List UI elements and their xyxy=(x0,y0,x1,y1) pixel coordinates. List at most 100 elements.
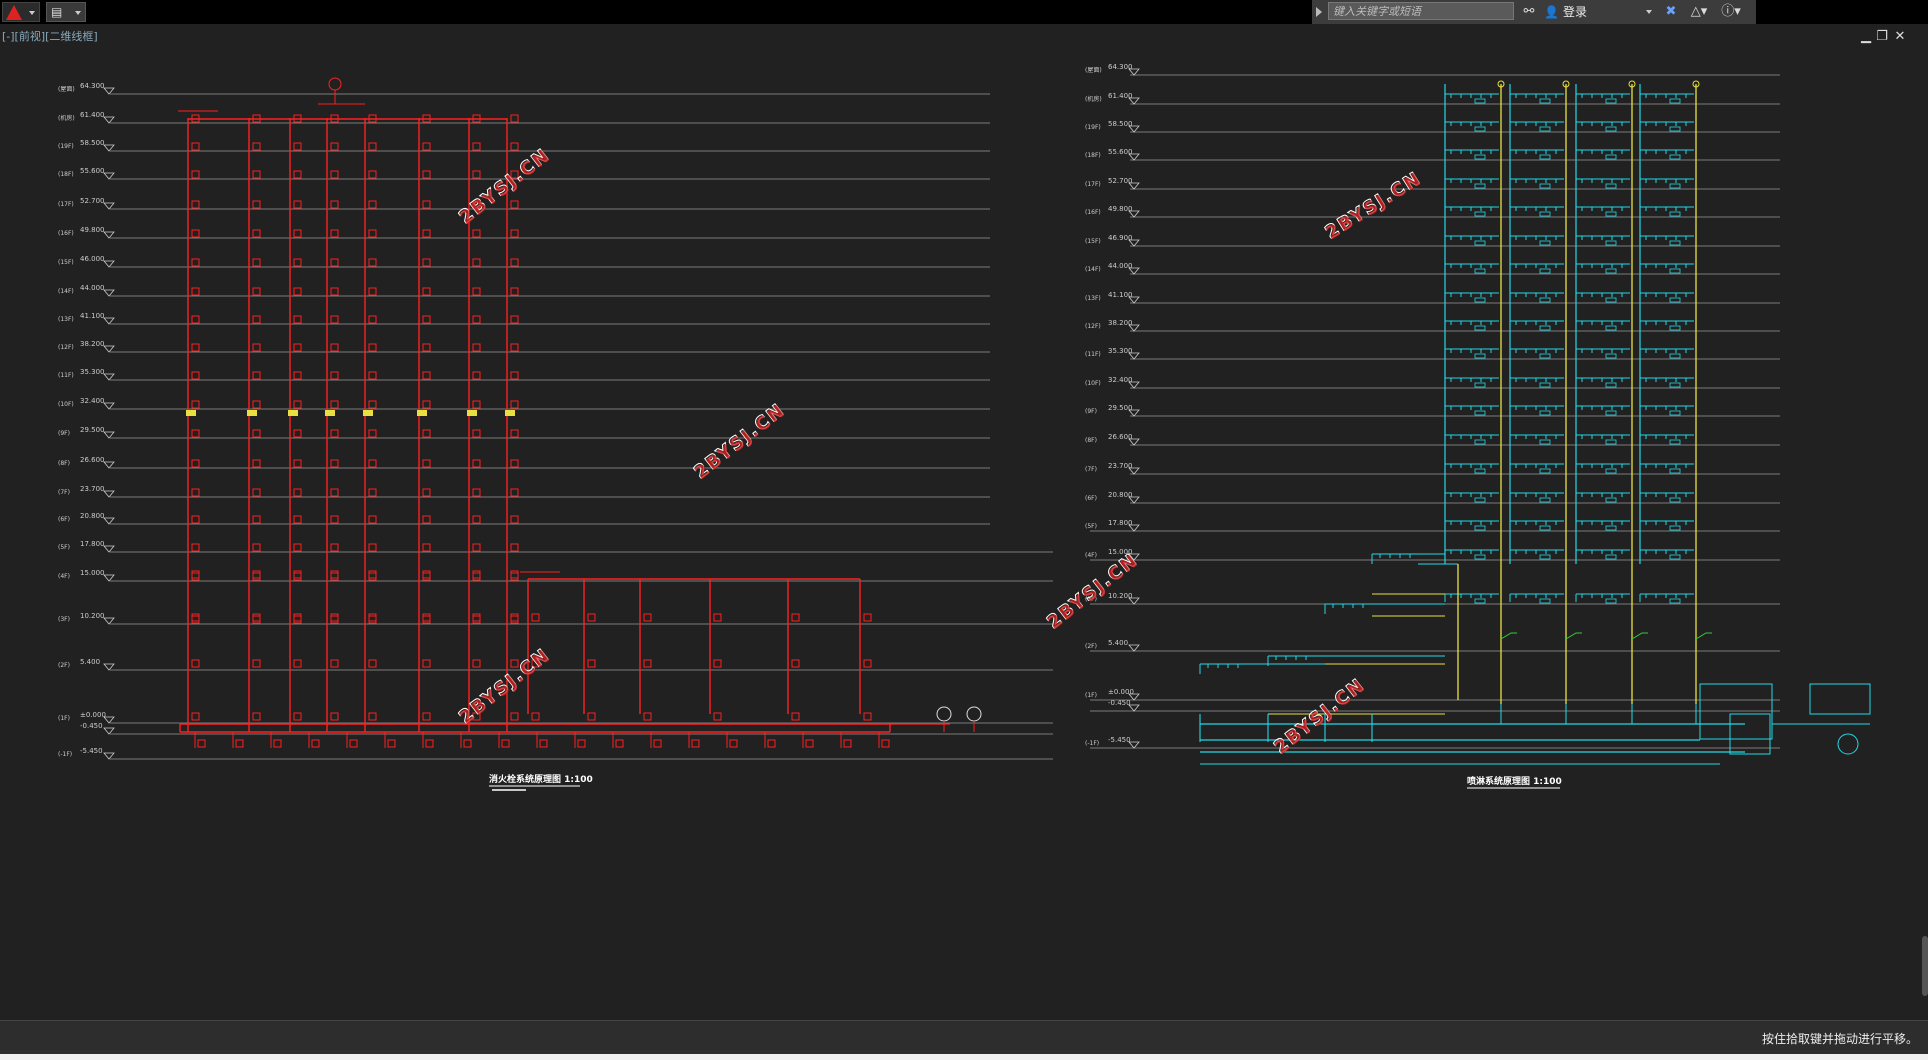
quick-access-workspace-button[interactable]: ▤ xyxy=(46,2,86,22)
level-elevation-left: 29.500 xyxy=(80,426,105,434)
hydrant-box-icon xyxy=(368,287,377,296)
flow-switch-icon xyxy=(1539,325,1551,331)
search-input[interactable] xyxy=(1328,2,1514,20)
hydrant-box-icon xyxy=(472,488,481,497)
viewport-controls-label[interactable]: [-][前视][二维线框] xyxy=(2,28,98,44)
level-tag-left: (8F) xyxy=(58,460,70,467)
hydrant-box-icon xyxy=(422,712,431,721)
flow-switch-icon xyxy=(1605,598,1617,604)
hydrant-box-icon xyxy=(330,515,339,524)
level-marker-icon xyxy=(103,345,115,353)
riser-tag xyxy=(363,410,373,416)
level-elevation-right: 5.400 xyxy=(1108,639,1128,647)
hydrant-box-icon xyxy=(863,613,872,622)
hydrant-box-icon xyxy=(330,570,339,579)
hydrant-box-icon xyxy=(252,488,261,497)
hydrant-box-icon xyxy=(368,170,377,179)
flow-switch-icon xyxy=(1474,325,1486,331)
collapse-search-icon[interactable] xyxy=(1316,7,1322,17)
hydrant-box-icon xyxy=(472,287,481,296)
close-viewport-icon[interactable]: ✕ xyxy=(1892,30,1908,44)
level-elevation-right: 49.800 xyxy=(1108,205,1133,213)
scrollbar-thumb[interactable] xyxy=(1922,936,1928,996)
level-tag-left: (-1F) xyxy=(58,751,72,758)
flow-switch-icon xyxy=(1669,554,1681,560)
hydrant-box-icon xyxy=(330,258,339,267)
login-label: 登录 xyxy=(1562,5,1587,19)
level-marker-icon xyxy=(103,317,115,325)
hydrant-box-icon xyxy=(510,200,519,209)
hydrant-box-icon xyxy=(368,400,377,409)
autocad-logo-icon xyxy=(6,5,22,20)
minimize-viewport-icon[interactable]: ▁ xyxy=(1858,30,1874,44)
hydrant-box-icon xyxy=(235,739,244,748)
hydrant-box-icon xyxy=(368,200,377,209)
flow-switch-icon xyxy=(1474,525,1486,531)
level-tag-left: (3F) xyxy=(58,616,70,623)
level-tag-right: (1F) xyxy=(1085,692,1097,699)
hydrant-box-icon xyxy=(293,400,302,409)
hydrant-box-icon xyxy=(368,570,377,579)
hydrant-box-icon xyxy=(252,200,261,209)
binoculars-icon[interactable]: ⚯ xyxy=(1520,3,1538,21)
level-tag-left: (2F) xyxy=(58,662,70,669)
chevron-down-icon xyxy=(75,11,81,15)
hydrant-box-icon xyxy=(368,712,377,721)
hydrant-box-icon xyxy=(293,287,302,296)
title-bar: ▤ ⚯ 👤登录 ✖ △▾ ⓘ▾ xyxy=(0,0,1928,25)
status-hint: 按住拾取键并拖动进行平移。 xyxy=(1761,1032,1918,1046)
drawing-canvas[interactable]: 64.300 (屋面) 61.400 (机房) 58.500 (19F) 55.600 (18… xyxy=(0,24,1928,1020)
riser-tag xyxy=(325,410,335,416)
level-tag-left: (9F) xyxy=(58,430,70,437)
level-tag-left: (6F) xyxy=(58,516,70,523)
riser-tag xyxy=(288,410,298,416)
hydrant-box-icon xyxy=(368,343,377,352)
exchange-icon[interactable]: ✖ xyxy=(1662,3,1680,21)
hydrant-box-icon xyxy=(191,258,200,267)
right-drawing-title: 喷淋系统原理图 1:100 xyxy=(1467,775,1562,787)
flow-switch-icon xyxy=(1474,211,1486,217)
application-menu-button[interactable] xyxy=(2,2,40,22)
hydrant-box-icon xyxy=(330,712,339,721)
hydrant-box-icon xyxy=(472,659,481,668)
chevron-down-icon xyxy=(1646,10,1652,14)
left-drawing-title: 消火栓系统原理图 1:100 xyxy=(489,773,593,785)
level-tag-right: (17F) xyxy=(1085,181,1101,188)
flow-switch-icon xyxy=(1474,598,1486,604)
flow-switch-icon xyxy=(1605,211,1617,217)
a360-icon[interactable]: △▾ xyxy=(1688,3,1710,21)
hydrant-box-icon xyxy=(252,229,261,238)
hydrant-box-icon xyxy=(472,515,481,524)
restore-viewport-icon[interactable]: ❐ xyxy=(1874,30,1890,44)
level-marker-icon xyxy=(103,574,115,582)
level-elevation-left: 35.300 xyxy=(80,368,105,376)
level-elevation-right: ±0.000 xyxy=(1108,688,1134,696)
hydrant-box-icon xyxy=(472,343,481,352)
level-elevation-left: 17.800 xyxy=(80,540,105,548)
flow-switch-icon xyxy=(1474,382,1486,388)
help-icon[interactable]: ⓘ▾ xyxy=(1718,3,1744,21)
hydrant-box-icon xyxy=(368,371,377,380)
hydrant-box-icon xyxy=(191,315,200,324)
flow-switch-icon xyxy=(1605,240,1617,246)
level-marker-icon xyxy=(103,231,115,239)
level-elevation-right: 23.700 xyxy=(1108,462,1133,470)
level-tag-right: (屋面) xyxy=(1085,67,1102,74)
hydrant-box-icon xyxy=(293,488,302,497)
hydrant-box-icon xyxy=(713,659,722,668)
hydrant-box-icon xyxy=(252,459,261,468)
level-elevation-left: 64.300 xyxy=(80,82,105,90)
hydrant-box-icon xyxy=(191,615,200,624)
level-elevation-left: 61.400 xyxy=(80,111,105,119)
level-elevation-left: -0.450 xyxy=(80,722,103,730)
hydrant-box-icon xyxy=(293,615,302,624)
hydrant-box-icon xyxy=(422,142,431,151)
flow-switch-icon xyxy=(1605,325,1617,331)
hydrant-box-icon xyxy=(422,315,431,324)
hydrant-box-icon xyxy=(330,543,339,552)
hydrant-box-icon xyxy=(252,343,261,352)
level-tag-right: (4F) xyxy=(1085,552,1097,559)
flow-switch-icon xyxy=(1669,497,1681,503)
flow-switch-icon xyxy=(1669,240,1681,246)
login-button[interactable]: 👤 登录 xyxy=(1544,3,1654,21)
